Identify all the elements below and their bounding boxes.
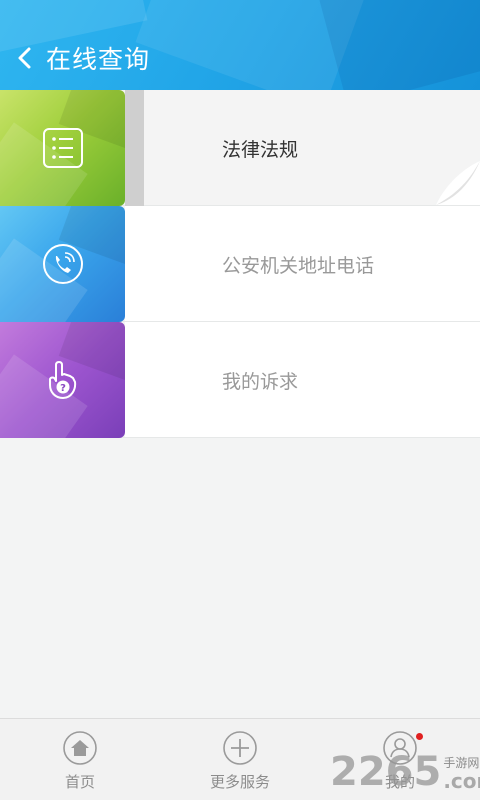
bottom-nav: 首页 更多服务 我的	[0, 718, 480, 800]
row-background	[144, 90, 480, 205]
tile-my-appeals: ?	[0, 322, 125, 438]
hand-question-icon: ?	[48, 361, 76, 399]
nav-label: 更多服务	[209, 773, 270, 791]
page-curl-decoration	[432, 157, 480, 205]
query-list: 法律法规 公安机关地址电话 ? 我的诉求	[0, 90, 480, 438]
list-item-label: 我的诉求	[222, 370, 299, 393]
nav-home[interactable]: 首页	[0, 719, 160, 800]
svg-text:?: ?	[60, 383, 66, 394]
active-indicator	[125, 90, 144, 206]
row-background	[125, 322, 480, 437]
list-item-police-contacts[interactable]: 公安机关地址电话	[0, 206, 480, 322]
list-icon	[42, 128, 83, 168]
header-bar: 在线查询	[0, 0, 480, 90]
nav-more-services[interactable]: 更多服务	[160, 719, 320, 800]
list-item-label: 法律法规	[222, 138, 299, 161]
tile-laws	[0, 90, 125, 206]
nav-mine[interactable]: 我的	[320, 719, 480, 800]
back-button[interactable]: 在线查询	[16, 40, 166, 76]
chevron-left-icon	[18, 47, 31, 69]
list-item-label: 公安机关地址电话	[222, 254, 375, 277]
list-item-my-appeals[interactable]: ? 我的诉求	[0, 322, 480, 438]
home-icon	[63, 731, 97, 765]
page-title: 在线查询	[46, 45, 151, 74]
list-item-laws[interactable]: 法律法规	[0, 90, 480, 206]
tile-police-contacts	[0, 206, 125, 322]
header-decoration	[319, 0, 480, 90]
nav-label: 首页	[64, 773, 95, 791]
plus-circle-icon	[223, 731, 257, 765]
user-icon	[383, 731, 417, 765]
nav-label: 我的	[384, 773, 415, 791]
phone-icon	[42, 244, 83, 284]
notification-badge	[416, 733, 423, 740]
